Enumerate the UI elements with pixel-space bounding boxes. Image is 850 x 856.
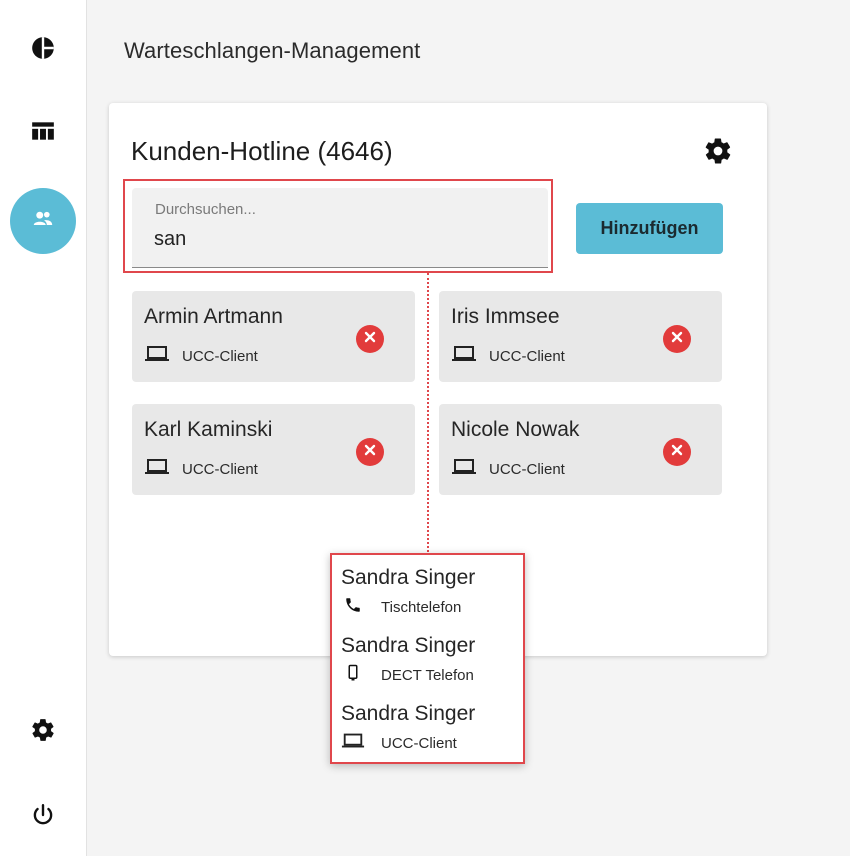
member-device-label: UCC-Client — [182, 347, 258, 365]
member-name: Nicole Nowak — [451, 418, 580, 441]
search-suggestions-dropdown: Sandra Singer Tischtelefon Sandra Singer… — [330, 553, 525, 764]
sidebar-item-statistics[interactable] — [10, 17, 76, 83]
member-card: Nicole Nowak UCC-Client — [439, 404, 722, 495]
suggestion-item[interactable]: Sandra Singer UCC-Client — [341, 702, 521, 764]
laptop-icon — [451, 345, 489, 367]
sidebar-item-queues[interactable] — [10, 188, 76, 254]
gear-icon — [703, 136, 733, 171]
suggestion-device-label: Tischtelefon — [381, 598, 462, 616]
sidebar — [0, 0, 87, 856]
member-card: Armin Artmann UCC-Client — [132, 291, 415, 382]
suggestion-device: UCC-Client — [341, 732, 457, 754]
laptop-icon — [144, 458, 182, 480]
sidebar-item-logout[interactable] — [10, 784, 76, 850]
queue-title: Kunden-Hotline (4646) — [131, 136, 393, 166]
gear-icon — [30, 717, 56, 748]
close-icon — [364, 443, 376, 461]
laptop-icon — [451, 458, 489, 480]
remove-member-button[interactable] — [663, 438, 691, 466]
suggestion-item[interactable]: Sandra Singer DECT Telefon — [341, 634, 521, 696]
member-device-label: UCC-Client — [489, 460, 565, 478]
sidebar-item-settings[interactable] — [10, 699, 76, 765]
member-name: Iris Immsee — [451, 305, 560, 328]
member-card: Karl Kaminski UCC-Client — [132, 404, 415, 495]
remove-member-button[interactable] — [356, 438, 384, 466]
close-icon — [671, 443, 683, 461]
suggestion-name: Sandra Singer — [341, 566, 476, 589]
dropdown-connector-line — [427, 273, 429, 556]
member-device-label: UCC-Client — [182, 460, 258, 478]
add-button[interactable]: Hinzufügen — [576, 203, 723, 254]
pie-chart-icon — [30, 35, 56, 66]
suggestion-name: Sandra Singer — [341, 634, 476, 657]
member-card: Iris Immsee UCC-Client — [439, 291, 722, 382]
phone-icon — [341, 596, 381, 618]
power-icon — [30, 802, 56, 833]
page-title: Warteschlangen-Management — [124, 38, 421, 63]
queue-settings-button[interactable] — [700, 135, 736, 171]
table-icon — [30, 118, 56, 149]
member-name: Karl Kaminski — [144, 418, 273, 441]
remove-member-button[interactable] — [663, 325, 691, 353]
suggestion-device-label: DECT Telefon — [381, 666, 474, 684]
remove-member-button[interactable] — [356, 325, 384, 353]
laptop-icon — [341, 732, 381, 754]
search-highlight-frame — [123, 179, 553, 273]
suggestion-device: DECT Telefon — [341, 664, 474, 686]
member-name: Armin Artmann — [144, 305, 283, 328]
suggestion-item[interactable]: Sandra Singer Tischtelefon — [341, 566, 521, 628]
member-device: UCC-Client — [144, 345, 258, 367]
member-device-label: UCC-Client — [489, 347, 565, 365]
close-icon — [364, 330, 376, 348]
sidebar-item-table[interactable] — [10, 100, 76, 166]
suggestion-device-label: UCC-Client — [381, 734, 457, 752]
member-device: UCC-Client — [451, 345, 565, 367]
member-device: UCC-Client — [451, 458, 565, 480]
people-icon — [30, 206, 56, 237]
suggestion-name: Sandra Singer — [341, 702, 476, 725]
laptop-icon — [144, 345, 182, 367]
mobile-phone-icon — [341, 664, 381, 686]
member-device: UCC-Client — [144, 458, 258, 480]
suggestion-device: Tischtelefon — [341, 596, 461, 618]
close-icon — [671, 330, 683, 348]
